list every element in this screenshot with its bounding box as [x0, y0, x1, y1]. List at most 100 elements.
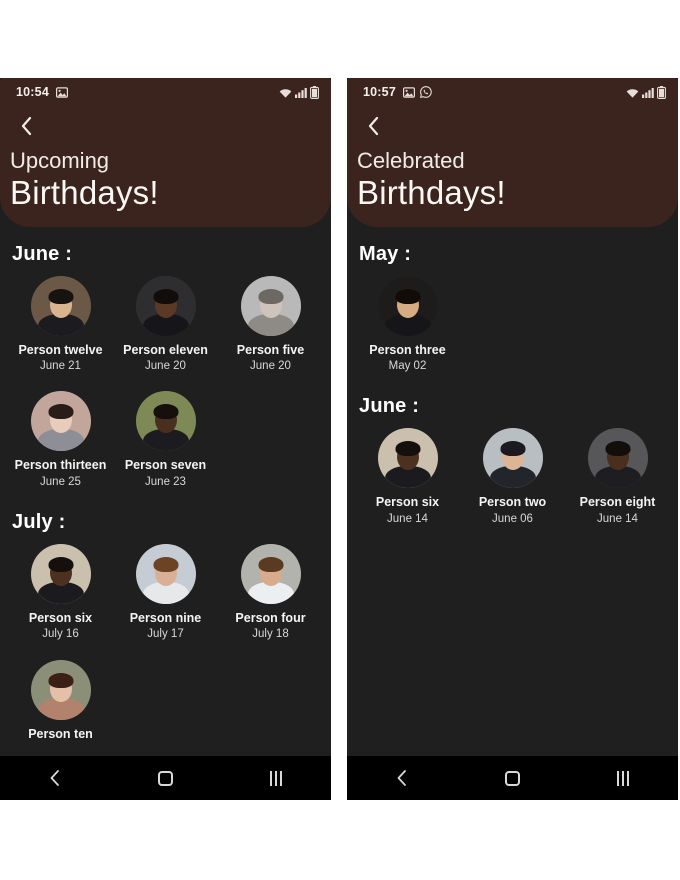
status-bar: 10:57 [347, 78, 678, 106]
person-card[interactable]: Person seven June 23 [113, 387, 218, 497]
avatar-hair [153, 288, 178, 304]
person-name: Person four [235, 611, 306, 626]
avatar-hair [48, 557, 73, 573]
avatar[interactable] [240, 544, 301, 605]
person-card[interactable]: Person three May 02 [355, 272, 460, 382]
avatar[interactable] [587, 428, 648, 489]
person-card[interactable]: Person six June 14 [355, 424, 460, 534]
android-nav-bar [0, 756, 331, 800]
nav-recents-button[interactable] [254, 756, 298, 800]
person-date: July 17 [147, 628, 184, 641]
person-card[interactable]: Person four July 18 [218, 540, 323, 650]
home-icon [157, 770, 173, 786]
status-bar-system-icons [279, 85, 319, 99]
header-back-row [347, 106, 678, 146]
back-button[interactable] [12, 112, 40, 140]
status-bar-notification-icons [55, 86, 68, 98]
month-heading: May : [359, 242, 412, 265]
status-bar-time: 10:54 [16, 85, 49, 99]
avatar[interactable] [30, 391, 91, 452]
wifi-icon [626, 87, 639, 98]
person-card[interactable]: Person twelve June 21 [8, 272, 113, 382]
avatar-hair [48, 672, 73, 688]
avatar-hair [395, 288, 420, 304]
person-grid: Person three May 02 [355, 272, 670, 382]
person-card[interactable]: Person eight June 14 [565, 424, 670, 534]
person-date: May 02 [388, 360, 427, 373]
month-heading: June : [12, 242, 73, 265]
avatar-hair [500, 441, 525, 457]
person-grid: Person six July 16 Person nine July 17 Perso… [8, 540, 323, 749]
nav-recents-button[interactable] [601, 756, 645, 800]
header-back-row [0, 106, 331, 146]
avatar[interactable] [30, 659, 91, 720]
signal-icon [642, 87, 654, 98]
image-icon-svg [55, 86, 68, 98]
app-header: 10:57 Celebrated Birthdays! [347, 78, 678, 227]
person-card[interactable]: Person six July 16 [8, 540, 113, 650]
person-date: June 20 [145, 360, 186, 373]
person-date: June 06 [492, 512, 533, 525]
nav-home-button[interactable] [490, 756, 534, 800]
recents-icon [269, 770, 282, 786]
person-card[interactable]: Person five June 20 [218, 272, 323, 382]
month-heading: July : [12, 511, 66, 534]
back-button[interactable] [359, 112, 387, 140]
header-title: Birthdays! [10, 174, 159, 212]
person-name: Person twelve [18, 342, 103, 357]
status-bar: 10:54 [0, 78, 331, 106]
person-grid: Person twelve June 21 Person eleven June 20… [8, 272, 323, 497]
avatar-hair [48, 288, 73, 304]
person-name: Person eight [579, 495, 656, 510]
screen-body[interactable]: June : Person twelve June 21 Person eleven J… [0, 226, 331, 756]
avatar-hair [48, 404, 73, 420]
person-card[interactable]: Person ten [8, 656, 113, 749]
wifi-icon-svg [279, 88, 292, 98]
wifi-icon [279, 87, 292, 98]
battery-icon [310, 85, 319, 99]
status-bar-notification-icons [402, 86, 432, 98]
avatar[interactable] [30, 275, 91, 336]
avatar[interactable] [135, 275, 196, 336]
person-name: Person three [369, 342, 446, 357]
person-name: Person five [236, 342, 305, 357]
header-subtitle: Upcoming [10, 148, 110, 173]
person-card[interactable]: Person eleven June 20 [113, 272, 218, 382]
nav-back-button[interactable] [33, 756, 77, 800]
person-name: Person ten [28, 726, 93, 741]
battery-icon-svg [657, 85, 666, 99]
avatar[interactable] [482, 428, 543, 489]
signal-icon [295, 87, 307, 98]
person-card[interactable]: Person nine July 17 [113, 540, 218, 650]
dual-screenshot-stage: 10:54 Upcoming Birthdays! June : Person twel… [0, 0, 680, 880]
person-name: Person eleven [123, 342, 208, 357]
header-subtitle: Celebrated [357, 148, 465, 173]
avatar[interactable] [135, 391, 196, 452]
nav-home-button[interactable] [143, 756, 187, 800]
avatar[interactable] [240, 275, 301, 336]
wifi-icon-svg [626, 88, 639, 98]
person-name: Person six [375, 495, 440, 510]
avatar-hair [258, 557, 283, 573]
person-name: Person seven [124, 458, 207, 473]
avatar[interactable] [377, 428, 438, 489]
phone-screen-upcoming: 10:54 Upcoming Birthdays! June : Person twel… [0, 78, 331, 800]
image-icon [55, 86, 68, 98]
phone-screen-celebrated: 10:57 Celebrated Birthdays! May : Person thr… [347, 78, 678, 800]
person-grid: Person six June 14 Person two June 06 Person… [355, 424, 670, 534]
nav-back-icon-svg [50, 770, 60, 786]
nav-back-icon-svg [397, 770, 407, 786]
person-date: June 14 [387, 512, 428, 525]
person-date: July 16 [42, 628, 79, 641]
person-name: Person nine [129, 611, 202, 626]
person-card[interactable]: Person two June 06 [460, 424, 565, 534]
avatar[interactable] [377, 275, 438, 336]
screen-body[interactable]: May : Person three May 02 June : Person six J… [347, 226, 678, 756]
month-heading: June : [359, 395, 420, 418]
nav-back-button[interactable] [380, 756, 424, 800]
avatar-hair [153, 557, 178, 573]
avatar-hair [258, 288, 283, 304]
avatar[interactable] [30, 544, 91, 605]
avatar[interactable] [135, 544, 196, 605]
person-card[interactable]: Person thirteen June 25 [8, 387, 113, 497]
